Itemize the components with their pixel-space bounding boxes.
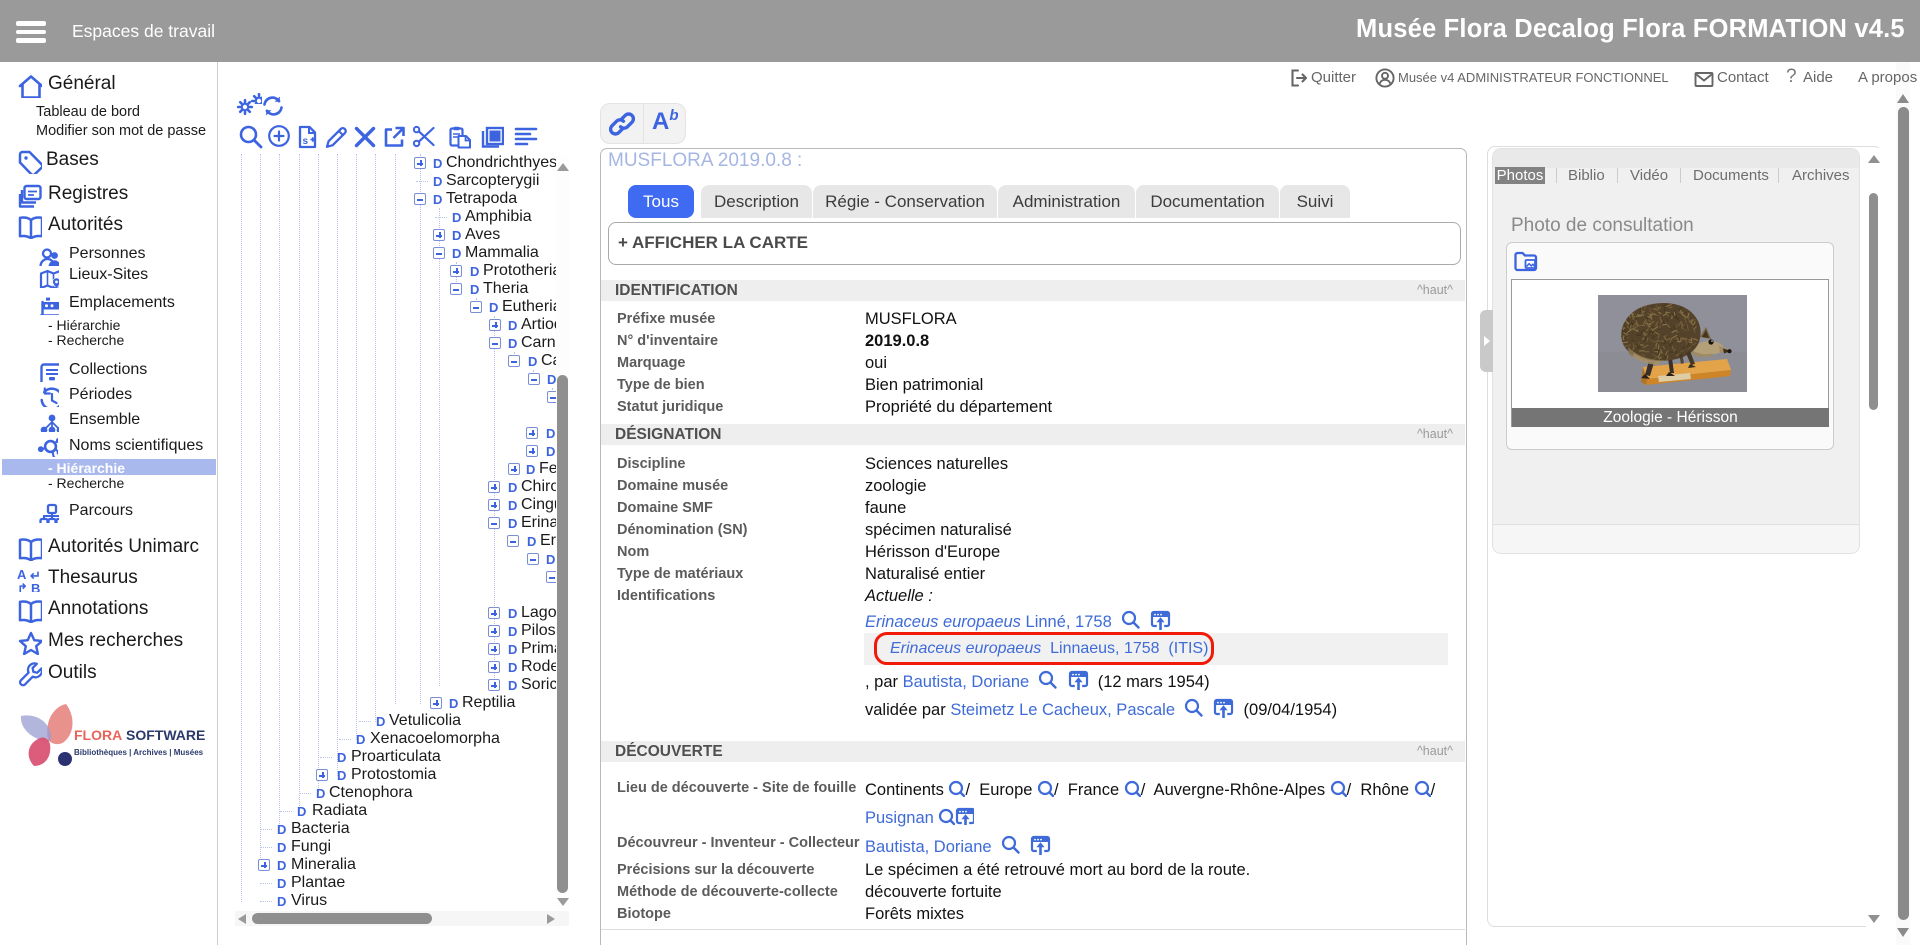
svg-text:FLORA: FLORA — [74, 727, 122, 743]
svg-text:SOFTWARE: SOFTWARE — [126, 727, 205, 743]
svg-text:Bibliothèques | Archives | Mus: Bibliothèques | Archives | Musées — [74, 748, 204, 757]
